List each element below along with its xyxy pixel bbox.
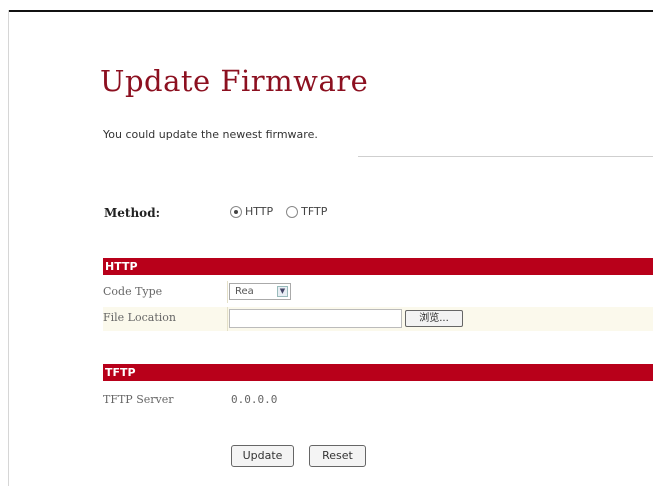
code-type-select[interactable]: Rea ▼ [229, 283, 291, 300]
top-border [8, 10, 653, 12]
browse-button[interactable]: 浏览... [405, 310, 463, 327]
method-label: Method: [104, 206, 161, 220]
tftp-server-row: TFTP Server 0.0.0.0 [103, 389, 653, 411]
http-section-header: HTTP [103, 258, 653, 275]
page-description: You could update the newest firmware. [103, 128, 318, 141]
code-type-label: Code Type [103, 285, 163, 298]
method-radio-group: HTTP TFTP [230, 205, 340, 218]
tftp-section-header: TFTP [103, 364, 653, 381]
chevron-down-icon[interactable]: ▼ [277, 286, 288, 297]
tftp-server-label: TFTP Server [103, 393, 174, 406]
code-type-value: Rea [235, 286, 254, 297]
left-border [8, 10, 9, 486]
tftp-radio[interactable] [286, 205, 299, 218]
row-divider [227, 281, 228, 303]
file-location-label: File Location [103, 311, 176, 324]
tftp-server-input[interactable]: 0.0.0.0 [231, 393, 277, 406]
description-divider [358, 156, 653, 157]
page-title: Update Firmware [100, 64, 369, 98]
file-location-input[interactable] [229, 309, 402, 328]
http-radio-label[interactable]: HTTP [245, 205, 273, 218]
code-type-row: Code Type Rea ▼ [103, 281, 653, 303]
row-divider [227, 307, 228, 331]
http-radio[interactable] [230, 205, 242, 218]
tftp-radio-label[interactable]: TFTP [301, 205, 327, 218]
reset-button[interactable]: Reset [309, 445, 366, 467]
file-location-row: File Location 浏览... [103, 307, 653, 331]
update-button[interactable]: Update [231, 445, 294, 467]
